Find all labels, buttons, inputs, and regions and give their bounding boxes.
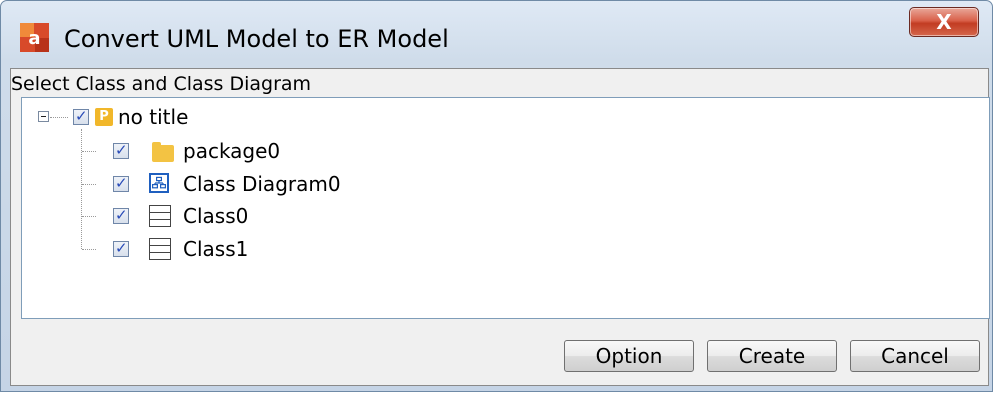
close-button[interactable]: X bbox=[909, 7, 979, 37]
checkbox-class0[interactable] bbox=[113, 206, 129, 224]
checkbox-package0[interactable] bbox=[113, 141, 129, 159]
project-icon: P bbox=[95, 108, 113, 126]
tree-node-label[interactable]: Class0 bbox=[183, 204, 248, 228]
title-bar[interactable]: a Convert UML Model to ER Model X bbox=[1, 1, 992, 65]
tree-node-label[interactable]: package0 bbox=[183, 139, 280, 163]
class-icon bbox=[149, 238, 171, 260]
class-diagram-icon bbox=[149, 173, 169, 193]
window-title: Convert UML Model to ER Model bbox=[64, 25, 449, 53]
class-icon bbox=[149, 205, 171, 227]
panel-label: Select Class and Class Diagram bbox=[11, 73, 312, 95]
checkbox-class1[interactable] bbox=[113, 239, 129, 257]
tree-connector bbox=[82, 184, 96, 185]
tree-node-label[interactable]: no title bbox=[118, 105, 188, 129]
create-button[interactable]: Create bbox=[707, 340, 837, 372]
close-icon: X bbox=[936, 10, 952, 34]
tree-connector bbox=[82, 249, 96, 250]
tree-node-label[interactable]: Class1 bbox=[183, 237, 248, 261]
tree-connector bbox=[50, 117, 68, 118]
tree-connector bbox=[82, 151, 96, 152]
tree-node-label[interactable]: Class Diagram0 bbox=[183, 172, 341, 196]
cancel-button[interactable]: Cancel bbox=[850, 340, 980, 372]
app-icon: a bbox=[20, 23, 49, 52]
tree-connector bbox=[81, 129, 82, 249]
collapse-icon[interactable] bbox=[38, 111, 49, 122]
checkbox-class-diagram0[interactable] bbox=[113, 174, 129, 192]
tree-connector bbox=[82, 216, 96, 217]
folder-icon bbox=[152, 142, 174, 162]
checkbox-root[interactable] bbox=[73, 107, 89, 125]
svg-text:a: a bbox=[28, 28, 40, 49]
dialog-window: a Convert UML Model to ER Model X Select… bbox=[0, 0, 993, 392]
option-button[interactable]: Option bbox=[564, 340, 694, 372]
